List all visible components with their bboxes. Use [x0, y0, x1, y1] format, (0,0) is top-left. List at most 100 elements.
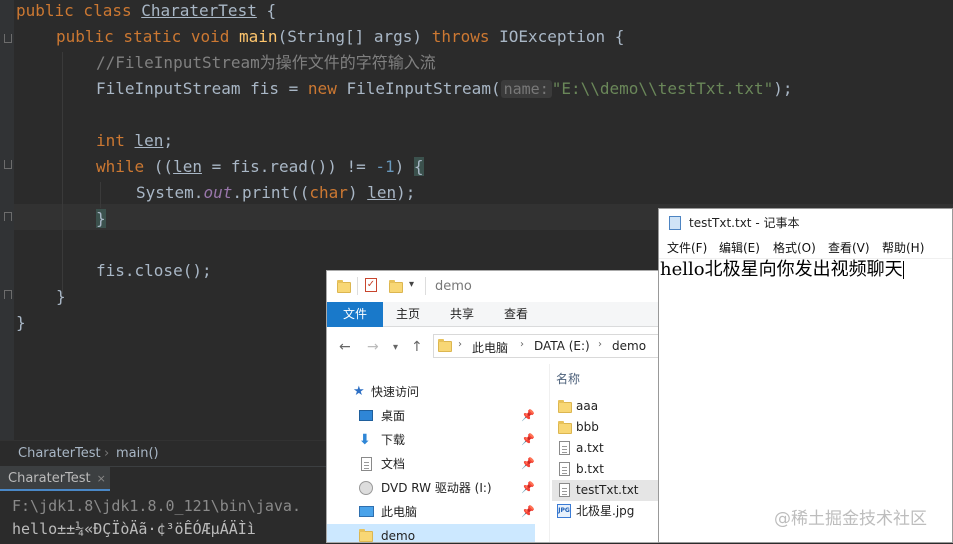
close-icon[interactable]: × [97, 472, 106, 485]
file-item-folder[interactable]: bbb [552, 417, 661, 438]
run-command: F:\jdk1.8\jdk1.8.0_121\bin\java. [12, 497, 301, 515]
variable: len [173, 157, 202, 176]
folder-icon [337, 280, 351, 293]
folder-icon [558, 421, 572, 434]
tab-home[interactable]: 主页 [383, 302, 433, 327]
new-folder-icon[interactable] [389, 280, 403, 293]
image-file-icon: JPG [557, 504, 571, 518]
breadcrumb-separator-icon: › [104, 446, 110, 461]
nav-item-label: DVD RW 驱动器 (I:) [381, 481, 492, 495]
file-item-jpg[interactable]: JPG 北极星.jpg [552, 501, 661, 522]
address-crumb[interactable]: demo [612, 339, 646, 353]
nav-item-label: 下载 [381, 433, 406, 447]
file-explorer-window: ✓ ▾ demo 文件 主页 共享 查看 ← → ▾ ↑ › 此电脑 › DAT… [326, 270, 662, 543]
run-panel: CharaterTest × F:\jdk1.8\jdk1.8.0_121\bin… [0, 466, 330, 543]
code-text: (String[] args) [277, 27, 432, 46]
notepad-window: testTxt.txt - 记事本 文件(F) 编辑(E) 格式(O) 查看(V… [658, 208, 953, 543]
code-text: = fis.read()) != [201, 157, 376, 176]
tab-share[interactable]: 共享 [437, 302, 487, 327]
star-icon: ★ [353, 384, 365, 399]
code-line: int len; [96, 128, 173, 154]
chevron-right-icon[interactable]: › [598, 339, 602, 350]
folder-icon [558, 400, 572, 413]
navigation-pane: ★ 快速访问 桌面 📌 ⬇ 下载 📌 文档 📌 DVD RW 驱动器 (I:) … [327, 364, 537, 542]
pin-icon[interactable]: 📌 [521, 476, 535, 500]
nav-item-documents[interactable]: 文档 📌 [327, 452, 535, 476]
breadcrumb-method[interactable]: main() [116, 441, 159, 467]
text-file-icon [559, 441, 570, 455]
file-item-txt[interactable]: a.txt [552, 438, 661, 459]
method-name: main [239, 27, 278, 46]
notepad-menubar: 文件(F) 编辑(E) 格式(O) 查看(V) 帮助(H) [659, 237, 952, 259]
menu-view[interactable]: 查看(V) [828, 237, 870, 259]
desktop-icon [359, 410, 373, 421]
text-file-icon [559, 483, 570, 497]
breadcrumb: CharaterTest › main() [0, 440, 330, 466]
nav-item-this-pc[interactable]: 此电脑 📌 [327, 500, 535, 524]
code-text: IOException { [499, 27, 625, 46]
file-name: b.txt [576, 462, 604, 476]
keyword: new [307, 79, 347, 98]
menu-edit[interactable]: 编辑(E) [719, 237, 760, 259]
nav-item-quick-access[interactable]: ★ 快速访问 [327, 380, 535, 404]
pin-icon[interactable]: 📌 [521, 404, 535, 428]
file-item-txt-selected[interactable]: testTxt.txt [552, 480, 661, 501]
nav-item-downloads[interactable]: ⬇ 下载 📌 [327, 428, 535, 452]
file-name: bbb [576, 420, 599, 434]
string-literal: "E:\\demo\\testTxt.txt" [551, 79, 774, 98]
notepad-text-area[interactable]: hello北极星向你发出视频聊天 [659, 259, 952, 544]
keyword: int [96, 131, 135, 150]
chevron-right-icon[interactable]: › [458, 339, 462, 350]
column-header-name[interactable]: 名称 [556, 370, 580, 387]
address-crumb[interactable]: DATA (E:) [534, 339, 590, 353]
menu-file[interactable]: 文件(F) [667, 237, 707, 259]
keyword: public class [16, 1, 142, 20]
forward-arrow-icon[interactable]: → [367, 339, 379, 355]
breadcrumb-class[interactable]: CharaterTest [18, 441, 101, 467]
nav-item-dvd[interactable]: DVD RW 驱动器 (I:) 📌 [327, 476, 535, 500]
pin-icon[interactable]: 📌 [521, 452, 535, 476]
parameter-hint: name: [500, 80, 552, 98]
variable: len [367, 183, 397, 202]
file-item-txt[interactable]: b.txt [552, 459, 661, 480]
back-arrow-icon[interactable]: ← [339, 339, 351, 355]
code-text: .print(( [232, 183, 310, 202]
dvd-icon [359, 481, 373, 495]
tab-file[interactable]: 文件 [327, 302, 383, 327]
code-text: FileInputStream( [346, 79, 501, 98]
file-name: aaa [576, 399, 599, 413]
nav-item-label: 文档 [381, 457, 406, 471]
text-file-icon [559, 462, 570, 476]
code-line: } [96, 206, 106, 232]
tab-view[interactable]: 查看 [491, 302, 541, 327]
keyword: char [309, 183, 348, 202]
pin-icon[interactable]: 📌 [521, 428, 535, 452]
variable: len [134, 131, 164, 150]
download-icon: ⬇ [359, 432, 371, 448]
pin-icon[interactable]: 📌 [521, 500, 535, 524]
menu-format[interactable]: 格式(O) [773, 237, 816, 259]
properties-icon[interactable]: ✓ [365, 278, 377, 292]
menu-help[interactable]: 帮助(H) [882, 237, 924, 259]
run-output: hello±±¼«ÐÇÏòÄã·¢³öÊÓÆµÁÄÌì [12, 520, 256, 538]
folder-icon [438, 339, 452, 352]
address-crumb[interactable]: 此电脑 [472, 339, 508, 356]
nav-item-label: 快速访问 [371, 385, 420, 399]
code-line: } [56, 287, 66, 306]
chevron-right-icon[interactable]: › [520, 339, 524, 350]
recent-dropdown-icon[interactable]: ▾ [393, 342, 398, 353]
code-text: ); [773, 79, 793, 98]
file-list: 名称 aaa bbb a.txt b.txt testTxt.txt JPG 北… [549, 364, 661, 542]
up-arrow-icon[interactable]: ↑ [411, 339, 423, 355]
explorer-titlebar: ✓ ▾ demo [327, 271, 661, 302]
number-literal: -1 [375, 157, 395, 176]
file-item-folder[interactable]: aaa [552, 396, 661, 417]
nav-item-demo[interactable]: demo [327, 524, 535, 542]
run-tab[interactable]: CharaterTest × [0, 467, 110, 491]
nav-item-desktop[interactable]: 桌面 📌 [327, 404, 535, 428]
quick-access-dropdown-icon[interactable]: ▾ [409, 279, 414, 290]
address-bar[interactable]: › 此电脑 › DATA (E:) › demo [433, 334, 661, 358]
keyword: public static void [56, 27, 240, 46]
file-name: 北极星.jpg [576, 504, 635, 518]
code-text: ); [396, 183, 416, 202]
